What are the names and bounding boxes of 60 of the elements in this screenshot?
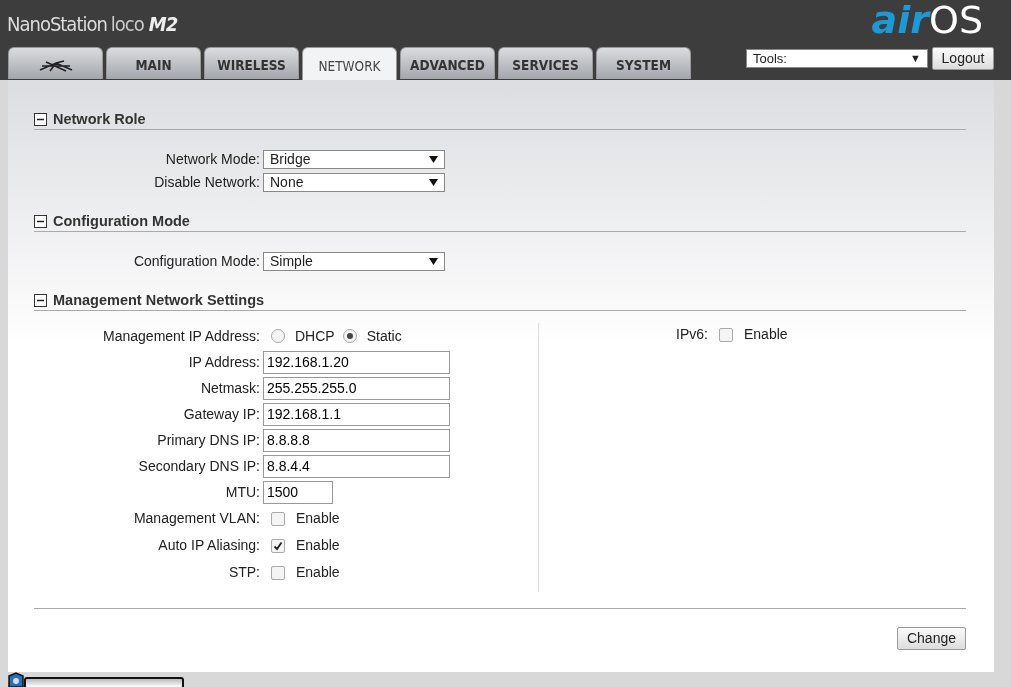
option-label: Enable [296,536,340,555]
checkbox[interactable] [271,538,285,553]
field-label: IPv6: [675,325,709,344]
field-label: Disable Network: [153,173,261,192]
caret-icon [429,156,438,163]
option-label: Static [366,326,402,346]
input-field[interactable]: 255.255.255.0 [263,376,450,400]
change-button[interactable]: Change [897,627,966,650]
field-label: Secondary DNS IP: [137,456,261,476]
field-label: Gateway IP: [182,404,261,424]
option-label: DHCP [295,326,335,346]
input-field[interactable]: 192.168.1.1 [263,402,450,426]
field-label: IP Address: [187,352,261,372]
caret-icon [429,179,438,186]
collapse-toggle[interactable] [34,113,47,126]
nav-tab[interactable]: ADVANCED [400,47,495,79]
option-label: Enable [296,563,340,582]
shield-icon [8,672,24,687]
field-label: Primary DNS IP: [156,430,261,450]
option-label: Enable [296,509,340,528]
logo-tab[interactable] [8,47,103,79]
input-field[interactable]: 8.8.4.4 [263,454,450,478]
radio-button[interactable] [342,329,357,343]
checkbox[interactable] [271,511,285,526]
field-label: Configuration Mode: [132,252,261,271]
taskbar-item[interactable] [24,676,184,687]
nav-tab[interactable]: SYSTEM [596,47,691,79]
nav-tab[interactable]: NETWORK [302,47,397,80]
dropdown-field[interactable]: None [263,173,445,192]
field-label: Management VLAN: [132,509,261,528]
section-title: Configuration Mode [53,211,190,231]
section-title: Network Role [53,109,146,129]
radio-button[interactable] [271,329,285,343]
field-label: Netmask: [199,378,261,398]
checkbox[interactable] [719,327,733,342]
field-label: Network Mode: [164,150,261,169]
caret-icon [429,258,438,265]
field-label: STP: [227,563,261,582]
product-name: NanoStation loco M2 [7,11,178,38]
field-label: Auto IP Aliasing: [157,536,261,555]
input-field[interactable]: 8.8.8.8 [263,428,450,452]
field-label: Management IP Address: [102,326,261,346]
collapse-toggle[interactable] [34,215,47,228]
nav-tab[interactable]: SERVICES [498,47,593,79]
logout-button[interactable]: Logout [932,47,994,70]
section-title: Management Network Settings [53,290,265,310]
dropdown-field[interactable]: Bridge [263,150,445,169]
checkbox[interactable] [271,565,285,580]
nav-tab[interactable]: WIRELESS [204,47,299,79]
tools-dropdown[interactable]: Tools: ▼ [746,49,928,68]
brand-logo: airOS [871,0,983,44]
field-label: MTU: [224,482,261,502]
antenna-logo-icon [37,59,74,72]
dropdown-field[interactable]: Simple [263,252,445,271]
collapse-toggle[interactable] [34,294,47,307]
nav-tab[interactable]: MAIN [106,47,201,79]
option-label: Enable [744,325,788,344]
input-field[interactable]: 1500 [263,480,333,504]
check-icon [273,540,283,551]
input-field[interactable]: 192.168.1.20 [263,350,450,374]
